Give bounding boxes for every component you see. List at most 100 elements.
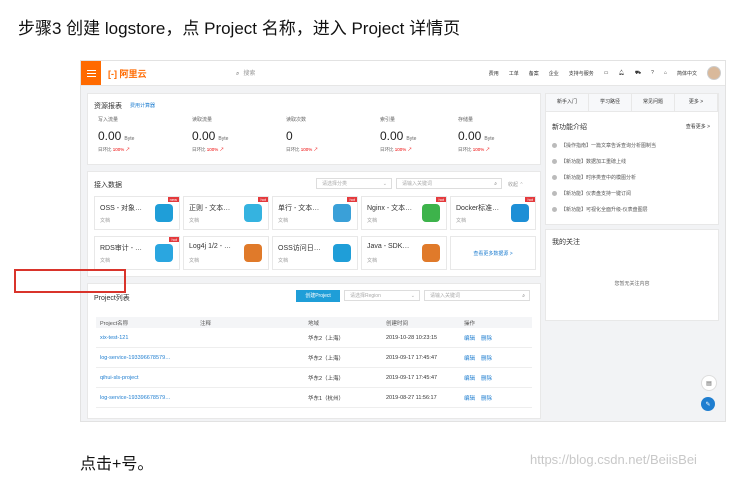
chevron-up-icon: ⌃ [519,182,524,188]
tile-rds[interactable]: RDS审计 - … 文档 hot [94,236,180,270]
delete-link[interactable]: 删除 [481,356,492,362]
terminal-icon[interactable]: ▭ [604,70,609,76]
tile-name: RDS审计 - … [100,245,142,252]
info-icon [552,143,557,149]
tile-singleline[interactable]: 单行 - 文本… 文档 hot [272,196,358,230]
category-placeholder: 请选择分类 [322,181,348,187]
arrow-up-icon: ↗ [313,147,319,152]
project-note [196,347,304,368]
metric-cmp-label: 日环比 [98,147,112,152]
cloud-icon [333,244,351,262]
avatar[interactable] [707,66,721,80]
tile-oss-access[interactable]: OSS访问日… 文档 [272,236,358,270]
nav-ticket[interactable]: 工单 [509,70,519,77]
metric-reads: 读取次数 0 日环比 100% ↗ [286,116,376,153]
tile-docker[interactable]: Docker标准… 文档 hot [450,196,536,230]
tile-name: 正则 - 文本… [189,205,231,212]
feedback-icon[interactable]: ▤ [701,375,717,391]
menu-icon[interactable] [81,61,101,85]
top-nav: 费用 工单 备案 企业 支持与服务 ▭ 🔔︎ ⛟ ? ⌂ 简体中文 [489,61,721,85]
project-name-link[interactable]: log-service-193396678579… [96,347,196,368]
tile-oss[interactable]: OSS - 对象… 文档 new [94,196,180,230]
service-icon[interactable]: ✎ [701,397,715,411]
tile-doc[interactable]: 文档 [278,217,288,224]
arrow-up-icon: ↗ [125,147,131,152]
tile-java-sdk[interactable]: Java - SDK… 文档 [361,236,447,270]
edit-link[interactable]: 编辑 [464,376,475,382]
metric-label: 写入流量 [98,117,119,123]
keyword-placeholder: 请输入关键词 [430,293,461,299]
nav-enterprise[interactable]: 企业 [549,70,559,77]
edit-link[interactable]: 编辑 [464,396,475,402]
more-sources[interactable]: 查看更多数据源 > [450,236,536,270]
lang-switch[interactable]: 简体中文 [677,70,697,77]
metric-label: 存储量 [458,117,474,123]
search-placeholder: 搜索 [243,71,256,77]
tile-regex[interactable]: 正则 - 文本… 文档 hot [183,196,269,230]
tile-doc[interactable]: 文档 [367,257,377,264]
news-item[interactable]: 【操作指南】一篇文章告诉查询分析图制当 [552,142,656,149]
bell-icon[interactable]: 🔔︎ [619,70,625,76]
project-note [196,387,304,408]
home-icon[interactable]: ⌂ [664,70,667,76]
tile-doc[interactable]: 文档 [456,217,466,224]
project-name-link[interactable]: log-service-193396678579… [96,387,196,408]
collapse-link[interactable]: 收起 ⌃ [508,181,524,188]
project-time: 2019-09-17 17:45:47 [382,367,460,388]
edit-link[interactable]: 编辑 [464,336,475,342]
table-row: xix-test-121 华东2（上海） 2019-10-28 10:23:15… [96,328,532,348]
news-text: 【新功能】数据加工重磅上线 [561,159,627,165]
tab-getting-started[interactable]: 新手入门 [546,94,589,111]
edit-link[interactable]: 编辑 [464,356,475,362]
tile-tag: hot [436,197,446,202]
tile-name: Docker标准… [456,205,500,212]
news-item[interactable]: 【新功能】时序类查中的模图分析 [552,174,636,181]
tab-faq[interactable]: 常见问题 [632,94,675,111]
metric-storage: 存储量 0.00 Byte 日环比 100% ↗ [458,116,548,153]
ingest-search-input[interactable]: 请输入关键词 ⌕ [396,178,502,189]
metric-cmp: 100% [206,147,219,152]
category-select[interactable]: 请选择分类 ⌄ [316,178,392,189]
tile-log4j[interactable]: Log4j 1/2 - … 文档 [183,236,269,270]
tab-learning-path[interactable]: 学习路径 [589,94,632,111]
table-header: Project名称 注释 地域 创建时间 操作 [96,317,532,328]
news-item[interactable]: 【新功能】仪表盘支持一键订阅 [552,190,631,197]
nav-icp[interactable]: 备案 [529,70,539,77]
region-select[interactable]: 请选择Region ⌄ [344,290,420,301]
console-screenshot: [-] 阿里云 ⌕ 搜索 费用 工单 备案 企业 支持与服务 ▭ 🔔︎ ⛟ ? ⌂… [80,60,726,422]
cart-icon[interactable]: ⛟ [635,70,641,77]
tile-doc[interactable]: 文档 [278,257,288,264]
project-search-input[interactable]: 请输入关键词 ⌕ [424,290,530,301]
delete-link[interactable]: 删除 [481,376,492,382]
nav-support[interactable]: 支持与服务 [569,70,594,77]
cost-calculator-link[interactable]: 费用计算器 [130,102,155,109]
delete-link[interactable]: 删除 [481,336,492,342]
follow-title: 我的关注 [552,239,580,246]
nav-fees[interactable]: 费用 [489,70,499,77]
follow-empty: 您暂无关注内容 [614,281,650,287]
project-note [196,367,304,388]
news-more-link[interactable]: 查看更多 > [686,123,710,130]
keyword-placeholder: 请输入关键词 [402,181,433,187]
project-name-link[interactable]: xix-test-121 [96,328,196,348]
java-icon [422,244,440,262]
aliyun-logo[interactable]: [-] 阿里云 [108,67,147,80]
tile-doc[interactable]: 文档 [100,257,110,264]
create-project-button[interactable]: 创建Project [296,290,340,302]
global-search[interactable]: ⌕ 搜索 [236,68,255,78]
tile-doc[interactable]: 文档 [367,217,377,224]
help-icon[interactable]: ? [651,70,654,76]
delete-link[interactable]: 删除 [481,396,492,402]
news-item[interactable]: 【新功能】可视化全面升级-仪表盘图层 [552,206,648,213]
tile-nginx[interactable]: Nginx - 文本… 文档 hot [361,196,447,230]
news-item[interactable]: 【新功能】数据加工重磅上线 [552,158,626,165]
tab-more[interactable]: 更多 > [675,94,718,111]
project-time: 2019-08-27 11:56:17 [382,387,460,408]
table-row: qihui-sls-project 华东2（上海） 2019-09-17 17:… [96,367,532,388]
tile-doc[interactable]: 文档 [189,217,199,224]
docker-icon [511,204,529,222]
project-name-link[interactable]: qihui-sls-project [96,367,196,388]
tile-doc[interactable]: 文档 [100,217,110,224]
sidebar-tabs: 新手入门 学习路径 常见问题 更多 > [546,94,718,112]
tile-doc[interactable]: 文档 [189,257,199,264]
